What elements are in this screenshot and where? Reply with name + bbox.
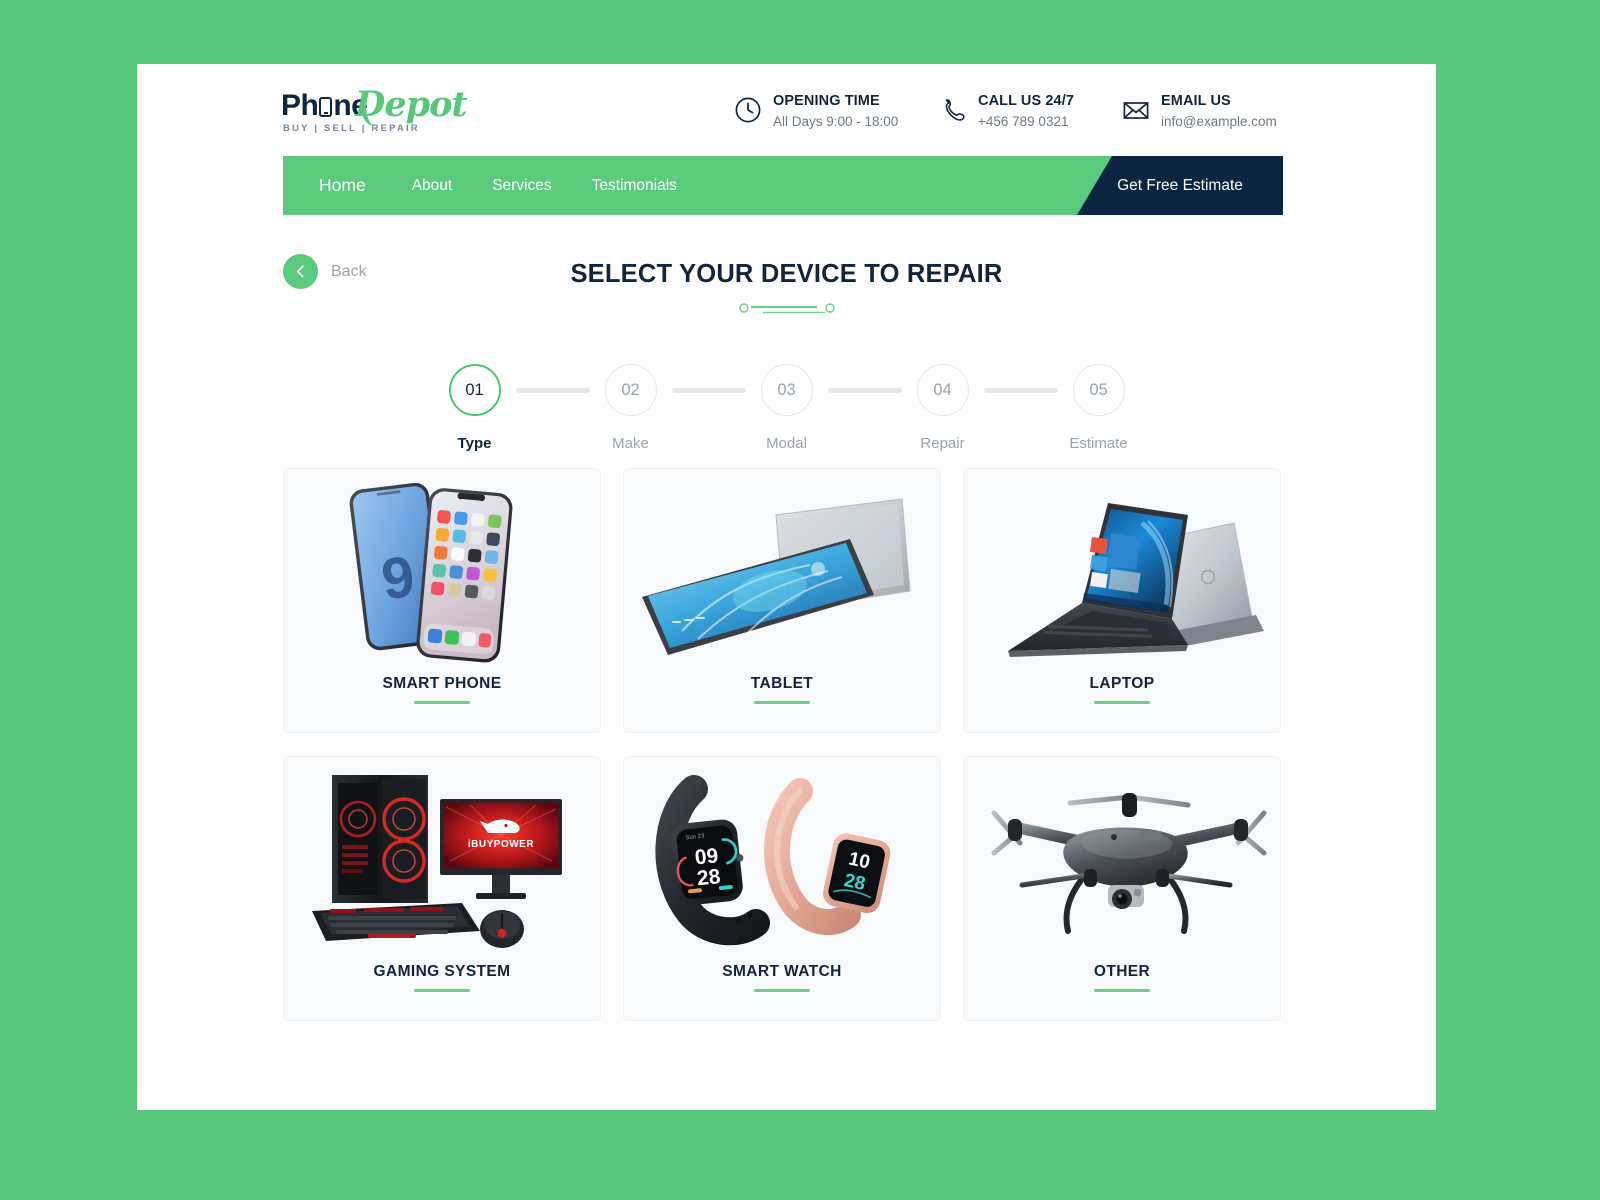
gaming-desktop-image: iBUYPOWER xyxy=(284,757,600,953)
watch-black-minute: 28 xyxy=(696,865,722,890)
device-card-underline xyxy=(754,989,810,992)
device-card-other[interactable]: OTHER xyxy=(963,756,1281,1021)
clock-icon xyxy=(734,96,762,124)
logo-text-ph: Ph xyxy=(281,89,319,122)
device-card-label: SMART WATCH xyxy=(722,963,842,980)
device-card-gaming-system[interactable]: iBUYPOWER GAMING SYSTEM xyxy=(283,756,601,1021)
step-number: 05 xyxy=(1072,364,1125,416)
brand-logo[interactable]: Ph ne Depot BUY | SELL | REPAIR xyxy=(281,84,468,136)
logo-tagline: BUY | SELL | REPAIR xyxy=(283,123,420,134)
device-card-smart-phone[interactable]: 9 SMART PHONE xyxy=(283,468,601,733)
device-card-underline xyxy=(754,701,810,704)
contact-title: CALL US 24/7 xyxy=(978,93,1075,109)
device-card-smart-watch[interactable]: 10 28 Sun 23 09 28 SMART WATCH xyxy=(623,756,941,1021)
smartwatch-pair-image: 10 28 Sun 23 09 28 xyxy=(624,757,940,953)
phone-handset-icon xyxy=(939,96,967,124)
device-card-underline xyxy=(1094,701,1150,704)
step-4-repair[interactable]: 04 Repair xyxy=(915,364,971,452)
device-card-underline xyxy=(1094,989,1150,992)
phone-letter-o-icon xyxy=(319,97,333,117)
step-label: Modal xyxy=(766,435,807,452)
device-card-label: SMART PHONE xyxy=(382,675,502,692)
contact-call-us: CALL US 24/7 +456 789 0321 xyxy=(939,92,1074,131)
tablet-pair-image xyxy=(624,469,940,665)
device-card-label: GAMING SYSTEM xyxy=(373,963,511,980)
page-title: SELECT YOUR DEVICE TO REPAIR xyxy=(570,260,1003,288)
device-type-grid: 9 SMART PHONE TABLET LAPTOP iBUYPOWER GA… xyxy=(283,468,1283,1021)
step-3-modal[interactable]: 03 Modal xyxy=(759,364,815,452)
step-number: 02 xyxy=(604,364,657,416)
step-connector xyxy=(515,388,590,393)
step-connector xyxy=(827,388,902,393)
contact-value: info@example.com xyxy=(1161,114,1277,129)
device-card-label: LAPTOP xyxy=(1089,675,1155,692)
step-label: Make xyxy=(612,435,649,452)
step-number: 01 xyxy=(448,364,501,416)
step-label: Repair xyxy=(920,435,965,452)
nav-item-services[interactable]: Services xyxy=(472,177,571,195)
page-sheet: Ph ne Depot BUY | SELL | REPAIR OPENING T… xyxy=(137,64,1436,1110)
device-card-underline xyxy=(414,989,470,992)
step-1-type[interactable]: 01 Type xyxy=(447,364,503,452)
device-card-tablet[interactable]: TABLET xyxy=(623,468,941,733)
step-label: Estimate xyxy=(1069,435,1128,452)
contact-title: EMAIL US xyxy=(1161,93,1231,109)
envelope-icon xyxy=(1122,96,1150,124)
step-5-estimate[interactable]: 05 Estimate xyxy=(1069,364,1128,452)
step-connector xyxy=(983,388,1058,393)
nav-item-testimonials[interactable]: Testimonials xyxy=(572,177,697,195)
contact-title: OPENING TIME xyxy=(773,93,880,109)
device-card-label: OTHER xyxy=(1093,963,1151,980)
laptop-pair-image xyxy=(964,469,1280,665)
nav-item-home[interactable]: Home xyxy=(319,175,392,196)
wizard-stepper: 01 Type 02 Make 03 Modal 04 Repair 05 Es… xyxy=(137,364,1436,452)
step-connector xyxy=(671,388,746,393)
step-label: Type xyxy=(457,435,492,452)
step-number: 04 xyxy=(916,364,969,416)
contact-value: +456 789 0321 xyxy=(978,114,1069,129)
device-card-label: TABLET xyxy=(750,675,814,692)
contact-opening-time: OPENING TIME All Days 9:00 - 18:00 xyxy=(734,92,898,131)
smartphone-pair-image: 9 xyxy=(284,469,600,665)
contact-value: All Days 9:00 - 18:00 xyxy=(773,114,899,129)
monitor-brand-label: iBUYPOWER xyxy=(468,839,534,850)
contact-email-us: EMAIL US info@example.com xyxy=(1122,92,1277,131)
title-divider-ornament xyxy=(738,302,835,318)
step-2-make[interactable]: 02 Make xyxy=(603,364,659,452)
watch-rose-hour: 10 xyxy=(847,849,872,874)
get-free-estimate-button[interactable]: Get Free Estimate xyxy=(1077,156,1283,215)
logo-depot-script: Depot xyxy=(355,84,468,125)
drone-image xyxy=(964,757,1280,953)
step-number: 03 xyxy=(760,364,813,416)
device-card-underline xyxy=(414,701,470,704)
site-header: Ph ne Depot BUY | SELL | REPAIR OPENING T… xyxy=(137,64,1436,157)
nav-item-about[interactable]: About xyxy=(392,177,473,195)
device-card-laptop[interactable]: LAPTOP xyxy=(963,468,1281,733)
